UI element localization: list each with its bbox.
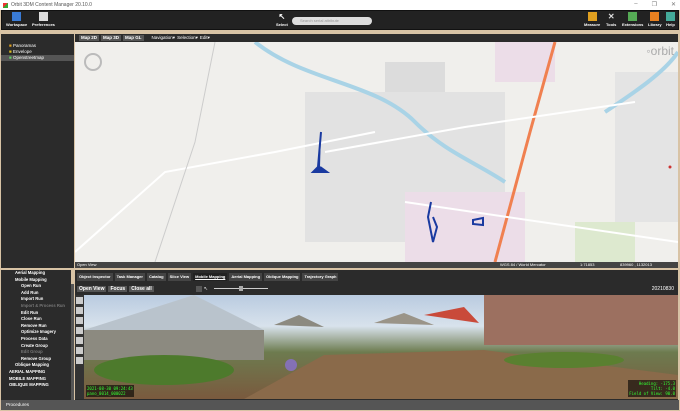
extensions-button[interactable]: Extensions (622, 12, 643, 27)
tree-item[interactable]: AERIAL MAPPING (9, 369, 71, 376)
main-toolbar: Workspace Preferences ↖ Select Search ser… (1, 10, 679, 30)
viewer-toolbar: Open View Focus Close all ↖ 20210830 (75, 284, 678, 293)
tab-task-manager[interactable]: Task Manager (114, 273, 145, 281)
maximize-button[interactable]: ❐ (652, 1, 657, 8)
tab-slice-view[interactable]: Slice View (167, 273, 192, 281)
compass-control[interactable] (84, 53, 102, 71)
procedures-tab[interactable]: Procedures (6, 402, 29, 407)
tree-item[interactable]: Optimize Imagery (9, 329, 71, 336)
open-view-label[interactable]: Open View (77, 262, 97, 268)
tools-icon: ✕ (607, 12, 615, 21)
help-icon (666, 12, 675, 21)
map-view[interactable]: ◦orbit (75, 42, 678, 262)
info-tool[interactable] (76, 297, 83, 304)
title-bar: Orbit 3DM Content Manager 20.10.0 – ❐ ✕ (0, 0, 680, 10)
workspace-icon (12, 12, 22, 21)
cursor-icon: ↖ (278, 12, 286, 21)
preferences-button[interactable]: Preferences (32, 12, 55, 27)
tree-item[interactable]: Import Run (9, 296, 71, 303)
tree-item[interactable]: MOBILE MAPPING (9, 376, 71, 383)
tree-item[interactable]: Close Run (9, 316, 71, 323)
tree-item[interactable]: Aerial Mapping (9, 270, 71, 277)
crs-readout: WGS 84 / World Mercator (500, 262, 546, 267)
view-map-3d[interactable]: Map 3D (101, 35, 122, 41)
measure-tool[interactable] (76, 317, 83, 324)
tree-item[interactable]: Oblique Mapping (9, 362, 71, 369)
preferences-icon (38, 12, 48, 21)
select-button[interactable]: ↖ Select (276, 12, 288, 27)
cursor-icon[interactable]: ↖ (204, 286, 208, 292)
layer-openstreetmap[interactable]: ■ Openstreetmap (1, 55, 74, 61)
close-button[interactable]: ✕ (671, 1, 676, 8)
library-button[interactable]: Library (648, 12, 662, 27)
view-map-gl[interactable]: Map GL (123, 35, 144, 41)
panorama-image[interactable]: 2021-08-30 09:24:43 pano_0014_000022 Head… (84, 295, 678, 399)
draw-tool[interactable] (76, 347, 83, 354)
tree-item[interactable]: Edit Group (9, 349, 71, 356)
tree-scrollbar[interactable] (71, 284, 74, 400)
tree-item[interactable]: Remove Group (9, 356, 71, 363)
tree-item[interactable]: OBLIQUE MAPPING (9, 382, 71, 389)
coords-readout: 839960 , 1132013 (620, 262, 652, 267)
map-toolbar: Map 2D Map 3D Map GL Navigation▾ Selecti… (75, 34, 678, 42)
extensions-icon (628, 12, 638, 21)
tools-button[interactable]: ✕ Tools (606, 12, 616, 27)
image-tool[interactable] (76, 337, 83, 344)
viewer-tabs: Object Inspector Task Manager Catalog Slice… (75, 273, 678, 281)
date-label: 20210830 (651, 285, 674, 292)
tab-aerial-mapping[interactable]: Aerial Mapping (229, 273, 263, 281)
orientation-overlay: Heading: -175.3 Tilt: -4.0 Field of View: … (628, 380, 676, 397)
timestamp-overlay: 2021-08-30 09:24:43 pano_0014_000022 (86, 385, 134, 397)
tree-item[interactable]: Remove Run (9, 323, 71, 330)
tool-button[interactable] (195, 285, 202, 292)
library-icon (650, 12, 660, 21)
tab-catalog[interactable]: Catalog (146, 273, 166, 281)
tree-item[interactable]: Add Run (9, 290, 71, 297)
help-button[interactable]: Help (666, 12, 675, 27)
selection-menu[interactable]: Selection▾ (177, 35, 198, 41)
search-input[interactable]: Search serial attribute (292, 17, 372, 25)
window-title: Orbit 3DM Content Manager 20.10.0 (11, 2, 92, 8)
tab-mobile-mapping[interactable]: Mobile Mapping (193, 273, 228, 281)
tree-item[interactable]: Edit Run (9, 310, 71, 317)
edit-menu[interactable]: Edit▾ (200, 35, 210, 41)
rotate-tool[interactable] (76, 307, 83, 314)
layer-panel: ■ Panoramas ■ Envelope ■ Openstreetmap (1, 34, 74, 268)
measure-icon (587, 12, 597, 21)
view-map-2d[interactable]: Map 2D (79, 35, 100, 41)
tab-object-inspector[interactable]: Object Inspector (77, 273, 113, 281)
frame-slider[interactable] (214, 286, 268, 291)
status-bar: Procedures (1, 400, 679, 410)
workspace-button[interactable]: Workspace (6, 12, 27, 27)
tree-item[interactable]: Mobile Mapping (9, 277, 71, 284)
mapping-tree: Aerial Mapping Mobile Mapping Open Run Add … (1, 270, 71, 400)
minimize-button[interactable]: – (634, 1, 637, 8)
viewer-side-tools (75, 295, 84, 399)
tree-item[interactable]: Open Run (9, 283, 71, 290)
app-logo-icon (3, 2, 8, 8)
tab-trajectory-graph[interactable]: Trajectory Graph (302, 273, 339, 281)
tree-item[interactable]: Import & Process Run (9, 303, 71, 310)
tree-item[interactable]: Process Data (9, 336, 71, 343)
close-all-button[interactable]: Close all (129, 285, 154, 292)
navigation-menu[interactable]: Navigation▾ (152, 35, 176, 41)
map-status-bar: Open View WGS 84 / World Mercator 1:7185… (75, 262, 678, 268)
layer-tool[interactable] (76, 327, 83, 334)
scale-readout: 1:71853 (580, 262, 595, 267)
focus-button[interactable]: Focus (108, 285, 128, 292)
measure-button[interactable]: Measure (584, 12, 600, 27)
tree-item[interactable]: Create Group (9, 343, 71, 350)
open-view-button[interactable]: Open View (77, 285, 107, 292)
orbit-brand-logo: ◦orbit (646, 44, 674, 58)
map-canvas (75, 42, 678, 262)
tab-oblique-mapping[interactable]: Oblique Mapping (264, 273, 301, 281)
settings-tool[interactable] (76, 357, 83, 364)
